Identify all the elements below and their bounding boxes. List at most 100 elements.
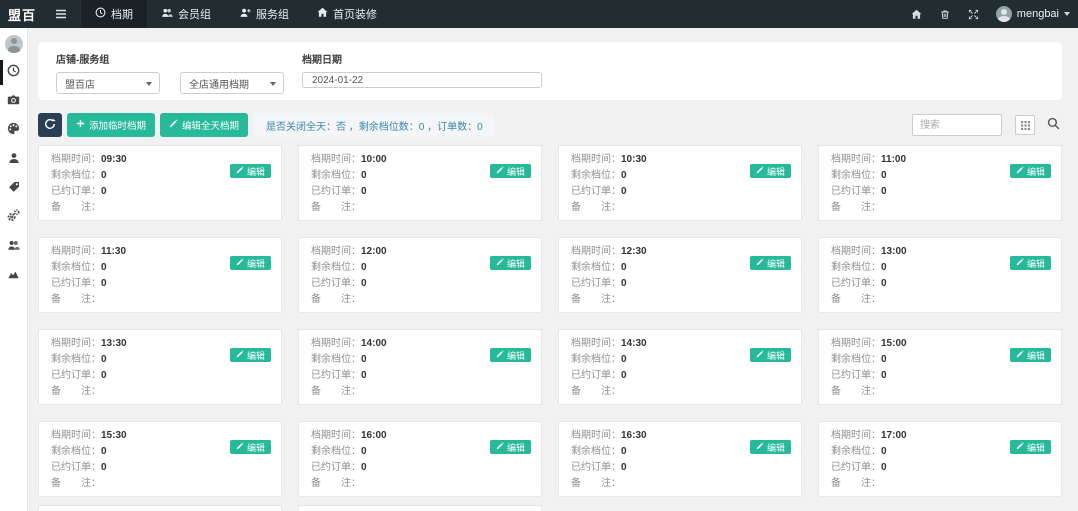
sidebar-item-schedule[interactable]: [0, 58, 27, 87]
card-edit-button[interactable]: 编辑: [230, 256, 271, 270]
search-input[interactable]: [912, 114, 1002, 136]
sidebar-item-camera[interactable]: [0, 87, 27, 116]
chevron-down-icon[interactable]: [1064, 12, 1070, 16]
card-remark-line: 备 注：: [51, 292, 269, 308]
card-edit-button[interactable]: 编辑: [1010, 440, 1051, 454]
card-booked-line: 已约订单：0: [311, 460, 529, 476]
card-booked-line: 已约订单：0: [51, 460, 269, 476]
card-edit-button[interactable]: 编辑: [490, 440, 531, 454]
schedule-type-value: 全店通用档期: [189, 76, 249, 91]
card-remaining-value: 0: [881, 354, 887, 365]
sidebar-item-settings[interactable]: [0, 203, 27, 232]
card-booked-line: 已约订单：0: [831, 184, 1049, 200]
date-group: 档期日期: [302, 51, 542, 88]
card-edit-button[interactable]: 编辑: [490, 256, 531, 270]
card-edit-button[interactable]: 编辑: [1010, 164, 1051, 178]
top-nav: 档期 会员组 服务组 首页装修: [81, 0, 391, 28]
card-booked-line: 已约订单：0: [311, 184, 529, 200]
pencil-icon: [236, 166, 244, 176]
refresh-icon: [44, 118, 56, 133]
card-edit-button[interactable]: 编辑: [230, 164, 271, 178]
search-button[interactable]: [1047, 117, 1060, 133]
shop-select[interactable]: 盟百店: [56, 72, 160, 94]
user-avatar[interactable]: [996, 6, 1012, 22]
home-icon[interactable]: [902, 0, 931, 28]
avatar-body: [8, 46, 20, 53]
card-booked-value: 0: [881, 278, 887, 289]
nav-item-member-group[interactable]: 会员组: [147, 0, 225, 28]
refresh-button[interactable]: [38, 113, 62, 137]
main-content: 店铺-服务组 盟百店 全店通用档期 档期日期: [28, 28, 1078, 511]
card-edit-button[interactable]: 编辑: [230, 440, 271, 454]
card-edit-button[interactable]: 编辑: [490, 348, 531, 362]
sidebar-item-members[interactable]: [0, 232, 27, 261]
date-label: 档期日期: [302, 51, 542, 66]
card-time-value: 17:00: [881, 430, 907, 441]
grid-view-button[interactable]: [1015, 115, 1035, 135]
card-edit-button[interactable]: 编辑: [750, 348, 791, 362]
schedule-card: 档期时间：17:00 剩余档位：0 已约订单：0 备 注： 编辑: [818, 421, 1062, 497]
sidebar-item-palette[interactable]: [0, 116, 27, 145]
schedule-card: 档期时间：12:30 剩余档位：0 已约订单：0 备 注： 编辑: [558, 237, 802, 313]
pencil-icon: [1016, 442, 1024, 452]
shop-service-label: 店铺-服务组: [56, 51, 284, 66]
tag-icon: [8, 180, 20, 198]
schedule-card: 档期时间：13:30 剩余档位：0 已约订单：0 备 注： 编辑: [38, 329, 282, 405]
card-edit-button[interactable]: 编辑: [750, 256, 791, 270]
card-edit-button[interactable]: 编辑: [230, 348, 271, 362]
edit-all-day-button[interactable]: 编辑全天档期: [160, 113, 248, 137]
sidebar-item-tag[interactable]: [0, 174, 27, 203]
schedule-card: 档期时间：15:00 剩余档位：0 已约订单：0 备 注： 编辑: [818, 329, 1062, 405]
card-booked-line: 已约订单：0: [571, 460, 789, 476]
card-time-value: 11:30: [101, 246, 126, 257]
card-edit-label: 编辑: [767, 349, 785, 362]
nav-item-label: 首页装修: [333, 6, 377, 22]
schedule-date-input[interactable]: [302, 72, 542, 88]
card-time-value: 10:00: [361, 154, 387, 165]
card-remaining-value: 0: [101, 354, 107, 365]
card-time-value: 11:00: [881, 154, 906, 165]
pencil-icon: [496, 258, 504, 268]
card-remaining-value: 0: [101, 446, 107, 457]
schedule-card: 档期时间：11:30 剩余档位：0 已约订单：0 备 注： 编辑: [38, 237, 282, 313]
card-remaining-value: 0: [881, 446, 887, 457]
plus-icon: [76, 119, 85, 131]
card-edit-button[interactable]: 编辑: [750, 164, 791, 178]
card-time-value: 12:30: [621, 246, 647, 257]
card-remaining-value: 0: [361, 170, 367, 181]
pencil-icon: [756, 350, 764, 360]
search-area: [912, 114, 1062, 136]
nav-item-schedule[interactable]: 档期: [81, 0, 147, 28]
card-edit-button[interactable]: 编辑: [1010, 256, 1051, 270]
schedule-card: 档期时间：15:30 剩余档位：0 已约订单：0 备 注： 编辑: [38, 421, 282, 497]
card-edit-label: 编辑: [247, 349, 265, 362]
trash-icon[interactable]: [931, 0, 959, 28]
schedule-type-select[interactable]: 全店通用档期: [180, 72, 284, 94]
sidebar: [0, 28, 28, 511]
hamburger-menu-icon[interactable]: [45, 0, 77, 28]
fullscreen-icon[interactable]: [959, 0, 988, 28]
card-remaining-value: 0: [101, 170, 107, 181]
nav-item-service-group[interactable]: 服务组: [225, 0, 303, 28]
card-edit-button[interactable]: 编辑: [750, 440, 791, 454]
users-icon: [7, 238, 20, 256]
card-remark-line: 备 注：: [571, 292, 789, 308]
card-remark-line: 备 注：: [571, 476, 789, 492]
card-edit-button[interactable]: 编辑: [1010, 348, 1051, 362]
card-remark-line: 备 注：: [311, 292, 529, 308]
add-temp-schedule-button[interactable]: 添加临时档期: [67, 113, 155, 137]
card-remaining-value: 0: [361, 446, 367, 457]
schedule-card: 档期时间：09:30 剩余档位：0 已约订单：0 备 注： 编辑: [38, 145, 282, 221]
sidebar-item-stats[interactable]: [0, 261, 27, 290]
topbar: 盟百 档期 会员组 服务组 首页装修: [0, 0, 1078, 28]
card-booked-value: 0: [881, 370, 887, 381]
card-remaining-value: 0: [361, 354, 367, 365]
card-edit-label: 编辑: [1027, 165, 1045, 178]
card-edit-button[interactable]: 编辑: [490, 164, 531, 178]
sidebar-item-user[interactable]: [0, 145, 27, 174]
sidebar-avatar[interactable]: [5, 35, 23, 53]
username[interactable]: mengbai: [1017, 8, 1059, 20]
avatar-head: [1001, 9, 1007, 15]
card-booked-value: 0: [621, 278, 627, 289]
nav-item-homepage-decor[interactable]: 首页装修: [303, 0, 391, 28]
